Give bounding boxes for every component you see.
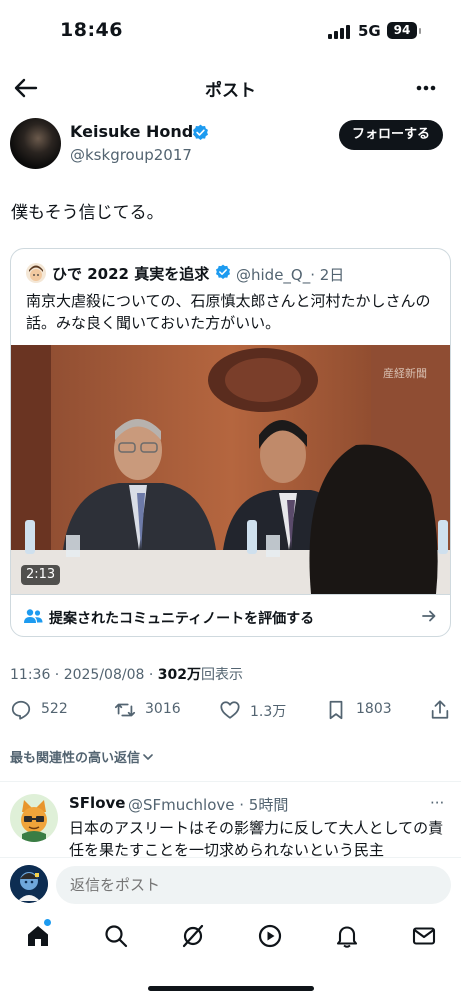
quoted-author-name[interactable]: ひで 2022 真実を追求 [52, 263, 209, 284]
bookmark-count: 1803 [356, 701, 392, 717]
view-count[interactable]: 302万 [158, 667, 201, 683]
reply-author-name[interactable]: SFlove [69, 794, 125, 812]
network-label: 5G [358, 22, 381, 40]
bottom-tab-bar [0, 913, 461, 963]
signal-strength-icon [328, 25, 352, 39]
quoted-author-avatar[interactable] [26, 263, 46, 283]
status-bar: 18:46 5G 94 [0, 0, 461, 60]
sort-label: 最も関連性の高い返信 [10, 751, 141, 766]
action-bar: 522 3016 1.3万 1803 [0, 697, 461, 727]
reply-button[interactable]: 522 [10, 697, 90, 723]
reply-icon [11, 700, 31, 720]
bookmark-icon [329, 700, 343, 720]
reply-sort-selector[interactable]: 最も関連性の高い返信 [10, 747, 153, 766]
post-timestamp: 11:36 · 2025/08/08 · 302万回表示 [10, 664, 243, 684]
chevron-down-icon [143, 754, 153, 760]
follow-button[interactable]: フォローする [339, 120, 443, 150]
reply-count: 522 [41, 701, 68, 717]
tab-search[interactable] [103, 923, 129, 949]
battery-icon: 94 [387, 22, 417, 39]
reply-compose-bar [0, 857, 461, 913]
user-avatar-icon [10, 865, 48, 903]
community-note-label: 提案されたコミュニティノートを評価する [49, 611, 315, 627]
tab-home[interactable] [25, 923, 51, 949]
repost-icon [114, 703, 136, 717]
reply-author-avatar[interactable] [10, 794, 58, 842]
post-text: 僕もそう信じてる。 [11, 203, 164, 223]
home-notification-dot [44, 919, 51, 926]
share-button[interactable] [429, 697, 453, 723]
video-icon [258, 924, 282, 948]
tab-messages[interactable] [411, 923, 437, 949]
reply-more-button[interactable]: ··· [430, 794, 444, 812]
arrow-right-icon [422, 610, 436, 622]
home-icon [28, 926, 48, 946]
like-button[interactable]: 1.3万 [219, 697, 309, 723]
share-icon [431, 700, 449, 719]
post-author: Keisuke Honda @kskgroup2017 フォローする [0, 116, 461, 176]
video-duration: 2:13 [21, 565, 61, 585]
author-handle[interactable]: @kskgroup2017 [70, 146, 192, 164]
avatar-illustration-icon [29, 265, 43, 281]
current-user-avatar[interactable] [10, 865, 48, 903]
video-watermark: 産経新聞 [383, 367, 427, 380]
battery-tip [419, 28, 421, 34]
cat-avatar-icon [21, 800, 47, 842]
author-avatar[interactable] [10, 118, 61, 169]
more-button[interactable] [410, 72, 442, 104]
verified-badge-icon [193, 124, 208, 140]
messages-icon [412, 927, 436, 945]
notifications-icon [336, 926, 358, 948]
tab-grok[interactable] [180, 923, 206, 949]
view-label: 回表示 [200, 667, 243, 683]
repost-button[interactable]: 3016 [114, 697, 204, 723]
heart-icon [220, 701, 240, 719]
page-title: ポスト [205, 81, 256, 101]
video-player[interactable]: 産経新聞 2:13 [11, 345, 450, 594]
tab-notifications[interactable] [334, 923, 360, 949]
grok-icon [182, 924, 204, 948]
more-horizontal-icon [416, 85, 436, 91]
reply-author-meta: @SFmuchlove · 5時間 [128, 796, 289, 814]
bookmark-button[interactable]: 1803 [325, 697, 405, 723]
reply-input[interactable] [56, 866, 451, 904]
like-count: 1.3万 [250, 704, 287, 720]
reply-item[interactable]: SFlove @SFmuchlove · 5時間 ··· 日本のアスリートはその… [0, 790, 461, 860]
community-note-prompt[interactable]: 提案されたコミュニティノートを評価する [11, 594, 450, 636]
tab-video[interactable] [257, 923, 283, 949]
divider [0, 781, 461, 782]
status-time: 18:46 [60, 19, 123, 41]
post-header: ポスト [0, 62, 461, 112]
quoted-author-meta: @hide_Q_· 2日 [236, 266, 345, 284]
search-icon [105, 925, 128, 948]
repost-count: 3016 [145, 701, 181, 717]
people-icon [24, 609, 43, 623]
verified-badge-icon [215, 264, 231, 280]
author-name[interactable]: Keisuke Honda [70, 122, 204, 141]
video-thumbnail [11, 345, 450, 594]
post-time: 11:36 · 2025/08/08 · [10, 667, 158, 683]
quoted-post[interactable]: ひで 2022 真実を追求 @hide_Q_· 2日 南京大虐殺についての、石原… [10, 248, 451, 637]
quoted-post-text: 南京大虐殺についての、石原慎太郎さんと河村たかしさんの話。みな良く聞いておいた方… [26, 292, 431, 332]
home-indicator [148, 986, 314, 991]
reply-text: 日本のアスリートはその影響力に反して大人としての責任を果たすことを一切求められな… [69, 819, 444, 859]
